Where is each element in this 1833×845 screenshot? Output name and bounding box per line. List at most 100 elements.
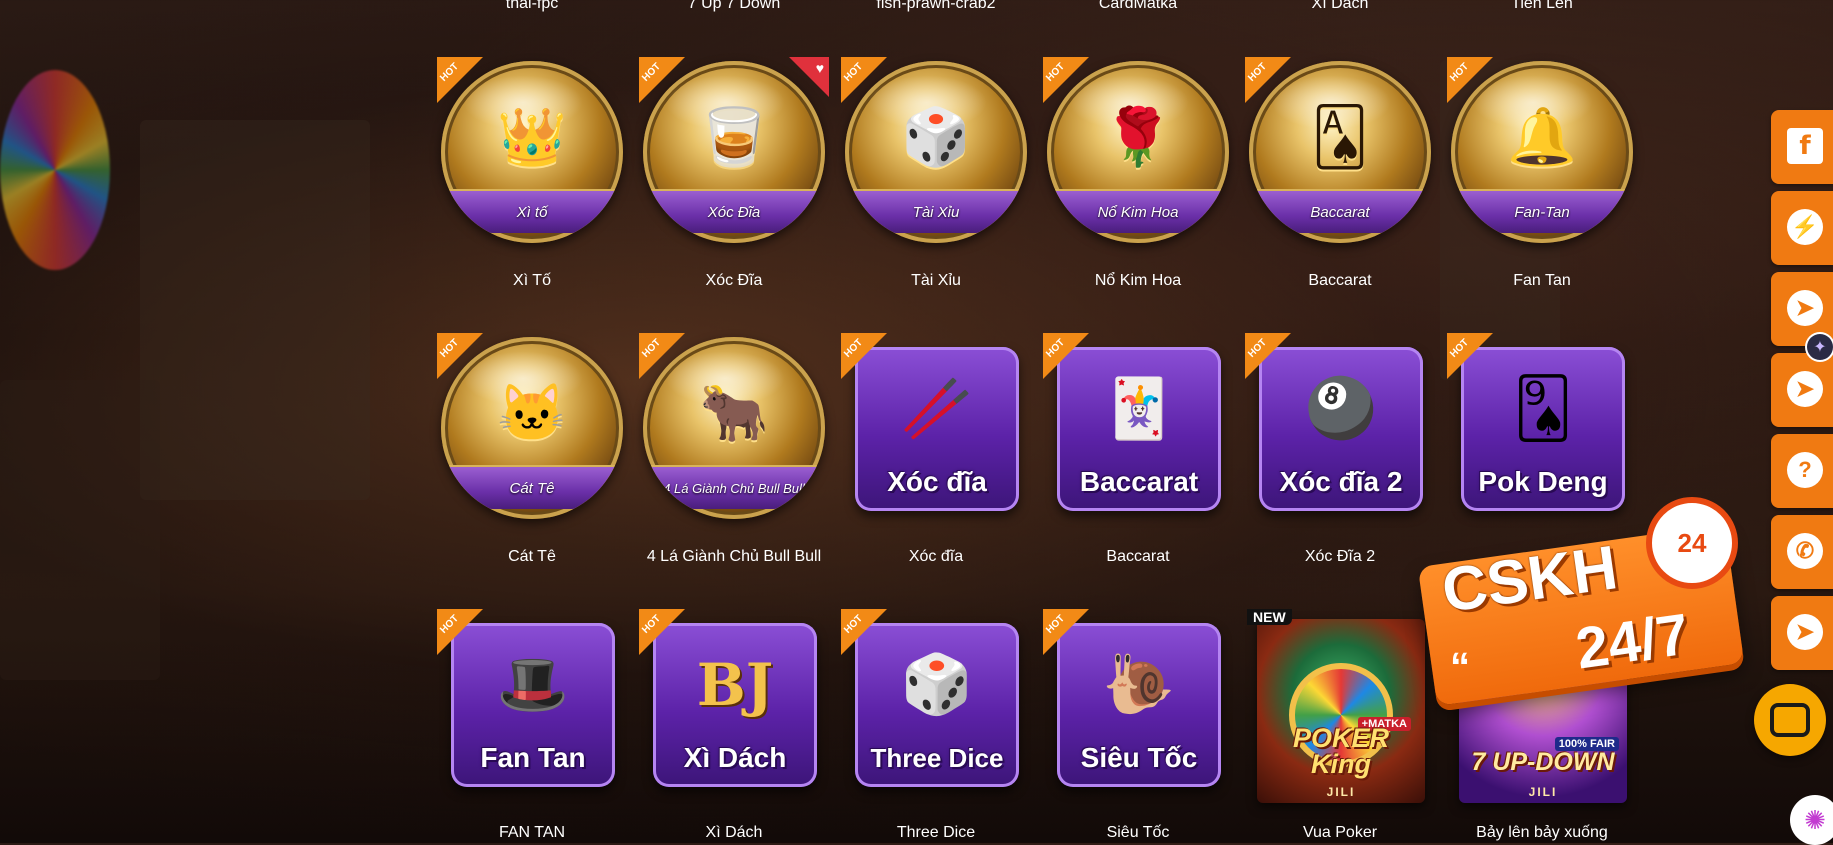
phone-button[interactable]: ✆ (1771, 515, 1833, 589)
thumbnail-title: Xóc đĩa 2 (1279, 466, 1403, 497)
facebook-icon: f (1787, 128, 1823, 164)
game-tile-xi-dach[interactable]: HOT BJ Xì Dách (639, 609, 829, 799)
new-badge: NEW (1247, 609, 1292, 625)
telegram-button-3[interactable]: ➤ (1771, 596, 1833, 670)
game-tile-fan-tan[interactable]: HOT 🔔 Fan-Tan (1447, 57, 1637, 247)
game-tile-sieu-toc[interactable]: HOT 🐌 Siêu Tốc (1043, 609, 1233, 799)
thumbnail-title: Nổ Kim Hoa (1055, 189, 1221, 233)
phone-icon: ✆ (1787, 533, 1823, 569)
telegram-icon: ➤ (1787, 371, 1823, 407)
chat-icon (1770, 703, 1810, 737)
game-tile-tai-xiu[interactable]: HOT 🎲 Tài Xỉu (841, 57, 1031, 247)
facebook-button[interactable]: f (1771, 110, 1833, 184)
game-label[interactable]: Xóc đĩa (836, 547, 1036, 567)
game-label[interactable]: Fan Tan (1442, 271, 1642, 291)
ball-icon: 🎱 (1304, 376, 1378, 442)
cat-icon: 🐱 (497, 381, 567, 445)
game-label[interactable]: Xì Tố (432, 271, 632, 291)
thumbnail-title: Three Dice (870, 743, 1004, 773)
game-tile-pok-deng[interactable]: HOT 🂩 Pok Deng (1447, 333, 1637, 523)
cup-icon: 🥃 (699, 105, 769, 169)
background-shelf (0, 380, 160, 680)
thumbnail-title: Tài Xỉu (853, 189, 1019, 233)
game-label[interactable]: Three Dice (836, 823, 1036, 843)
help-button[interactable]: ? (1771, 434, 1833, 508)
game-label[interactable]: Siêu Tốc (1038, 823, 1238, 843)
game-label[interactable]: Bảy lên bảy xuống (1442, 823, 1642, 843)
game-label[interactable]: Tiến Lên (1442, 0, 1642, 14)
telegram-button-2[interactable]: ➤ (1771, 353, 1833, 427)
social-sidebar: f ⚡ ➤ ➤ ? ✆ ➤ (1771, 110, 1833, 677)
cards-icon: 🃏 (1102, 376, 1176, 442)
game-tile-cat-te[interactable]: HOT 🐱 Cát Tê (437, 333, 627, 523)
provider-logo: JILI (1528, 785, 1558, 799)
bowl-icon: 🥢 (900, 376, 974, 442)
game-label[interactable]: 7 Up 7 Down (634, 0, 834, 14)
poster-title: 7 UP-DOWN (1471, 748, 1615, 776)
game-tile-xoc-dia-2[interactable]: HOT 🎱 Xóc đĩa 2 (1245, 333, 1435, 523)
provider-logo: JILI (1326, 785, 1356, 799)
game-label[interactable]: Baccarat (1240, 271, 1440, 291)
game-label[interactable]: 4 Lá Giành Chủ Bull Bull (634, 547, 834, 567)
customer-support-banner[interactable]: CSKH 24/7 24 “ (1416, 497, 1746, 706)
thumbnail-title: Baccarat (1079, 466, 1199, 497)
thumbnail-title: Baccarat (1257, 189, 1423, 233)
bull-icon: 🐂 (699, 381, 769, 445)
game-thumbnail: +MATKA POKER King JILI (1257, 619, 1425, 803)
game-tile-three-dice[interactable]: HOT 🎲 Three Dice (841, 609, 1031, 799)
sparkle-icon[interactable]: ✦ (1807, 334, 1833, 360)
game-tile-baccarat[interactable]: HOT 🂡 Baccarat (1245, 57, 1435, 247)
banner-subtitle: 24/7 (1571, 601, 1693, 682)
game-tile-bull-bull[interactable]: HOT 🐂 4 Lá Giành Chủ Bull Bull (639, 333, 829, 523)
thumbnail-title: Fan-Tan (1459, 189, 1625, 233)
background-prize-wheel (0, 70, 110, 270)
game-tile-baccarat-2[interactable]: HOT 🃏 Baccarat (1043, 333, 1233, 523)
thumbnail-title: Xóc đĩa (887, 466, 987, 497)
game-label[interactable]: thai-fpc (432, 0, 632, 14)
thumbnail-title: Xì Dách (683, 742, 787, 773)
game-label[interactable]: Vua Poker (1240, 823, 1440, 843)
card-icon: 🂩 (1513, 376, 1573, 442)
brain-icon[interactable]: ✺ (1790, 795, 1833, 845)
game-label[interactable]: Tài Xỉu (836, 271, 1036, 291)
thumbnail-title: Cát Tê (449, 465, 615, 509)
background-shelf (140, 120, 370, 500)
game-tile-xoc-dia[interactable]: HOT ♥ 🥃 Xóc Đĩa (639, 57, 829, 247)
game-tile-no-kim-hoa[interactable]: HOT 🌹 Nổ Kim Hoa (1043, 57, 1233, 247)
snail-icon: 🐌 (1102, 652, 1176, 718)
messenger-button[interactable]: ⚡ (1771, 191, 1833, 265)
game-label[interactable]: Nổ Kim Hoa (1038, 271, 1238, 291)
bowl-icon: 🎩 (496, 652, 570, 718)
game-label[interactable]: Xóc Đĩa 2 (1240, 547, 1440, 567)
rose-icon: 🌹 (1103, 105, 1173, 169)
game-tile-fan-tan-2[interactable]: HOT 🎩 Fan Tan (437, 609, 627, 799)
game-label[interactable]: Baccarat (1038, 547, 1238, 567)
game-tile-xoc-dia-live[interactable]: HOT 🥢 Xóc đĩa (841, 333, 1031, 523)
game-tile-vua-poker[interactable]: +MATKA POKER King JILI NEW (1245, 609, 1435, 803)
game-label[interactable]: CardMatka (1038, 0, 1238, 14)
game-label[interactable]: Xì Dách (1240, 0, 1440, 14)
live-chat-button[interactable] (1754, 684, 1826, 756)
dice-icon: 🎲 (900, 652, 974, 718)
game-tile-xi-to[interactable]: HOT 👑 Xì tố (437, 57, 627, 247)
thumbnail-title: Siêu Tốc (1080, 742, 1198, 773)
telegram-icon: ➤ (1787, 290, 1823, 326)
poster-title: POKER (1292, 723, 1390, 753)
help-icon: ? (1787, 452, 1823, 488)
clock-24h-icon: 24 (1646, 497, 1738, 589)
blackjack-logo: BJ (696, 651, 774, 720)
poster-subtitle: King (1311, 749, 1371, 779)
quote-icon: “ (1450, 645, 1470, 689)
thumbnail-title: Xì tố (449, 189, 615, 233)
game-label[interactable]: FAN TAN (432, 823, 632, 843)
game-label[interactable]: Cát Tê (432, 547, 632, 567)
heart-icon[interactable]: ♥ (816, 60, 824, 76)
game-label[interactable]: Xì Dách (634, 823, 834, 843)
game-label[interactable]: fish-prawn-crab2 (836, 0, 1036, 14)
thumbnail-title: Fan Tan (480, 742, 586, 773)
game-label[interactable]: Xóc Đĩa (634, 271, 834, 291)
thumbnail-title: Pok Deng (1478, 466, 1608, 497)
top-row-labels: thai-fpc 7 Up 7 Down fish-prawn-crab2 Ca… (0, 0, 1833, 16)
dice-icon: 🎲 (901, 105, 971, 169)
telegram-icon: ➤ (1787, 614, 1823, 650)
